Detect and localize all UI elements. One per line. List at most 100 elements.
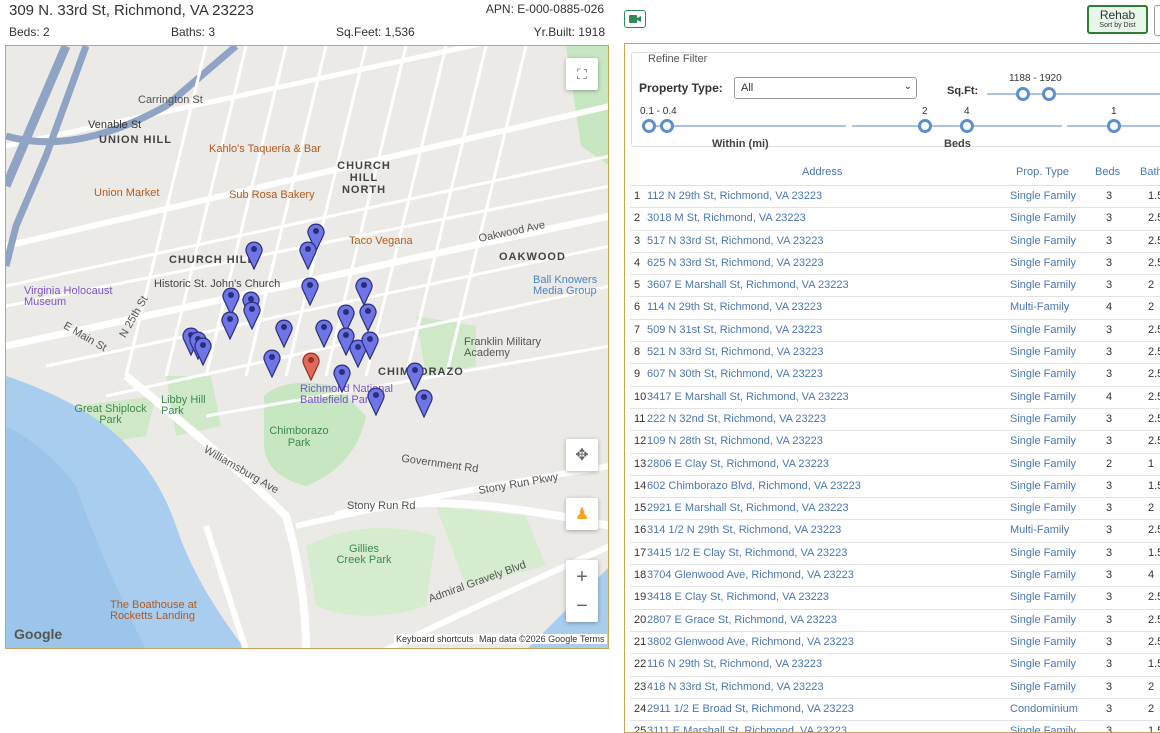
row-address[interactable]: 314 1/2 N 29th St, Richmond, VA 23223 <box>647 524 841 536</box>
row-address[interactable]: 114 N 29th St, Richmond, VA 23223 <box>647 301 822 313</box>
map-poi-libby-hill[interactable]: Libby Hill Park <box>161 395 211 417</box>
baths-slider-min-thumb[interactable] <box>1107 119 1121 133</box>
row-address[interactable]: 3018 M St, Richmond, VA 23223 <box>647 212 806 224</box>
row-address[interactable]: 2911 1/2 E Broad St, Richmond, VA 23223 <box>647 703 854 715</box>
camera-button[interactable] <box>624 10 646 28</box>
toolbar-next-button[interactable] <box>1154 5 1160 36</box>
beds-slider-min-thumb[interactable] <box>918 119 932 133</box>
rehab-button[interactable]: Rehab Sort by Dist <box>1087 5 1148 34</box>
property-marker[interactable] <box>300 276 320 306</box>
table-row[interactable]: 19 3418 E Clay St, Richmond, VA 23223 Sing… <box>630 586 1160 608</box>
property-marker[interactable] <box>262 348 282 378</box>
within-slider-track[interactable] <box>646 125 846 127</box>
map-poi-ball-knowers[interactable]: Ball Knowers Media Group <box>533 275 608 297</box>
table-row[interactable]: 23 418 N 33rd St, Richmond, VA 23223 Singl… <box>630 675 1160 698</box>
map-poi-gillies[interactable]: Gillies Creek Park <box>334 544 394 566</box>
map-poi-kahlos[interactable]: Kahlo's Taquería & Bar <box>209 143 321 155</box>
table-row[interactable]: 1 112 N 29th St, Richmond, VA 23223 Single… <box>630 185 1160 207</box>
table-row[interactable]: 11 222 N 32nd St, Richmond, VA 23223 Singl… <box>630 407 1160 430</box>
table-row[interactable]: 6 114 N 29th St, Richmond, VA 23223 Multi-… <box>630 296 1160 318</box>
header-beds[interactable]: Beds <box>1095 166 1120 178</box>
keyboard-shortcuts-link[interactable]: Keyboard shortcuts <box>394 634 476 644</box>
row-address[interactable]: 625 N 33rd St, Richmond, VA 23223 <box>647 257 824 269</box>
map-poi-st-johns[interactable]: Historic St. John's Church <box>154 278 280 290</box>
within-slider-max-thumb[interactable] <box>660 119 674 133</box>
table-row[interactable]: 21 3802 Glenwood Ave, Richmond, VA 23223 S… <box>630 630 1160 653</box>
map-poi-boathouse[interactable]: The Boathouse at Rocketts Landing <box>110 600 220 622</box>
property-marker[interactable] <box>220 310 240 340</box>
property-marker[interactable] <box>360 330 380 360</box>
row-address[interactable]: 418 N 33rd St, Richmond, VA 23223 <box>647 681 824 693</box>
beds-slider-track[interactable] <box>852 125 1062 127</box>
table-row[interactable]: 18 3704 Glenwood Ave, Richmond, VA 23223 S… <box>630 564 1160 586</box>
property-marker[interactable] <box>332 363 352 393</box>
property-marker[interactable] <box>193 336 213 366</box>
property-marker[interactable] <box>242 300 262 330</box>
subject-property-marker[interactable] <box>301 351 321 381</box>
header-baths[interactable]: Bath <box>1140 166 1160 178</box>
property-marker[interactable] <box>314 318 334 348</box>
header-address[interactable]: Address <box>802 166 842 178</box>
row-address[interactable]: 222 N 32nd St, Richmond, VA 23223 <box>647 413 826 425</box>
sqft-slider-max-thumb[interactable] <box>1042 87 1056 101</box>
map-poi-sub-rosa[interactable]: Sub Rosa Bakery <box>229 189 315 201</box>
row-address[interactable]: 2806 E Clay St, Richmond, VA 23223 <box>647 458 829 470</box>
row-address[interactable]: 3415 1/2 E Clay St, Richmond, VA 23223 <box>647 547 847 559</box>
map-view[interactable]: Carrington St Venable St UNION HILL CHUR… <box>5 45 609 649</box>
property-marker[interactable] <box>298 240 318 270</box>
zoom-in-button[interactable]: + <box>576 562 588 592</box>
header-prop-type[interactable]: Prop. Type <box>1016 166 1069 178</box>
property-marker[interactable] <box>414 388 434 418</box>
row-address[interactable]: 2807 E Grace St, Richmond, VA 23223 <box>647 614 837 626</box>
table-row[interactable]: 22 116 N 29th St, Richmond, VA 23223 Singl… <box>630 653 1160 675</box>
map-poi-union-market[interactable]: Union Market <box>94 187 159 199</box>
table-row[interactable]: 16 314 1/2 N 29th St, Richmond, VA 23223 M… <box>630 519 1160 541</box>
map-poi-chimborazo-park[interactable]: Chimborazo Park <box>264 425 334 449</box>
beds-slider-max-thumb[interactable] <box>960 119 974 133</box>
row-address[interactable]: 116 N 29th St, Richmond, VA 23223 <box>647 658 822 670</box>
row-address[interactable]: 3704 Glenwood Ave, Richmond, VA 23223 <box>647 569 854 581</box>
table-row[interactable]: 10 3417 E Marshall St, Richmond, VA 23223… <box>630 385 1160 408</box>
table-row[interactable]: 17 3415 1/2 E Clay St, Richmond, VA 23223… <box>630 541 1160 564</box>
row-address[interactable]: 112 N 29th St, Richmond, VA 23223 <box>647 190 822 202</box>
table-row[interactable]: 14 602 Chimborazo Blvd, Richmond, VA 2322… <box>630 474 1160 497</box>
fullscreen-button[interactable]: ⛶ <box>566 58 598 90</box>
row-address[interactable]: 3418 E Clay St, Richmond, VA 23223 <box>647 591 829 603</box>
property-marker[interactable] <box>244 240 264 270</box>
table-row[interactable]: 7 509 N 31st St, Richmond, VA 23223 Single… <box>630 318 1160 341</box>
table-row[interactable]: 20 2807 E Grace St, Richmond, VA 23223 Sin… <box>630 608 1160 631</box>
property-marker[interactable] <box>405 361 425 391</box>
row-address[interactable]: 602 Chimborazo Blvd, Richmond, VA 23223 <box>647 480 861 492</box>
table-row[interactable]: 5 3607 E Marshall St, Richmond, VA 23223 S… <box>630 274 1160 296</box>
within-slider-min-thumb[interactable] <box>642 119 656 133</box>
row-address[interactable]: 607 N 30th St, Richmond, VA 23223 <box>647 368 823 380</box>
row-address[interactable]: 3802 Glenwood Ave, Richmond, VA 23223 <box>647 636 854 648</box>
property-type-select[interactable]: All ⌄ <box>734 77 917 99</box>
map-poi-franklin[interactable]: Franklin Military Academy <box>464 337 554 359</box>
sqft-slider-min-thumb[interactable] <box>1016 87 1030 101</box>
row-address[interactable]: 509 N 31st St, Richmond, VA 23223 <box>647 324 822 336</box>
terms-link[interactable]: Terms <box>578 634 607 644</box>
table-row[interactable]: 4 625 N 33rd St, Richmond, VA 23223 Single… <box>630 251 1160 274</box>
map-poi-taco-vegana[interactable]: Taco Vegana <box>349 235 413 247</box>
table-row[interactable]: 8 521 N 33rd St, Richmond, VA 23223 Single… <box>630 341 1160 363</box>
row-address[interactable]: 109 N 28th St, Richmond, VA 23223 <box>647 435 823 447</box>
table-row[interactable]: 13 2806 E Clay St, Richmond, VA 23223 Sing… <box>630 452 1160 475</box>
row-address[interactable]: 2921 E Marshall St, Richmond, VA 23223 <box>647 502 849 514</box>
table-row[interactable]: 9 607 N 30th St, Richmond, VA 23223 Single… <box>630 363 1160 385</box>
row-address[interactable]: 517 N 33rd St, Richmond, VA 23223 <box>647 235 824 247</box>
sqft-slider-track[interactable] <box>987 93 1160 95</box>
row-address[interactable]: 3607 E Marshall St, Richmond, VA 23223 <box>647 279 849 291</box>
row-address[interactable]: 3111 E Marshall St, Richmond, VA 23223 <box>647 725 847 732</box>
property-marker[interactable] <box>358 302 378 332</box>
table-row[interactable]: 12 109 N 28th St, Richmond, VA 23223 Singl… <box>630 430 1160 452</box>
row-address[interactable]: 521 N 33rd St, Richmond, VA 23223 <box>647 346 824 358</box>
property-marker[interactable] <box>366 386 386 416</box>
table-row[interactable]: 3 517 N 33rd St, Richmond, VA 23223 Single… <box>630 229 1160 252</box>
table-row[interactable]: 25 3111 E Marshall St, Richmond, VA 23223… <box>630 720 1160 732</box>
camera-control-button[interactable]: ✥ <box>566 439 598 471</box>
map-poi-great-shiplock[interactable]: Great Shiplock Park <box>73 404 148 426</box>
property-marker[interactable] <box>274 318 294 348</box>
table-row[interactable]: 2 3018 M St, Richmond, VA 23223 Single Fam… <box>630 207 1160 229</box>
table-row[interactable]: 15 2921 E Marshall St, Richmond, VA 23223… <box>630 497 1160 519</box>
